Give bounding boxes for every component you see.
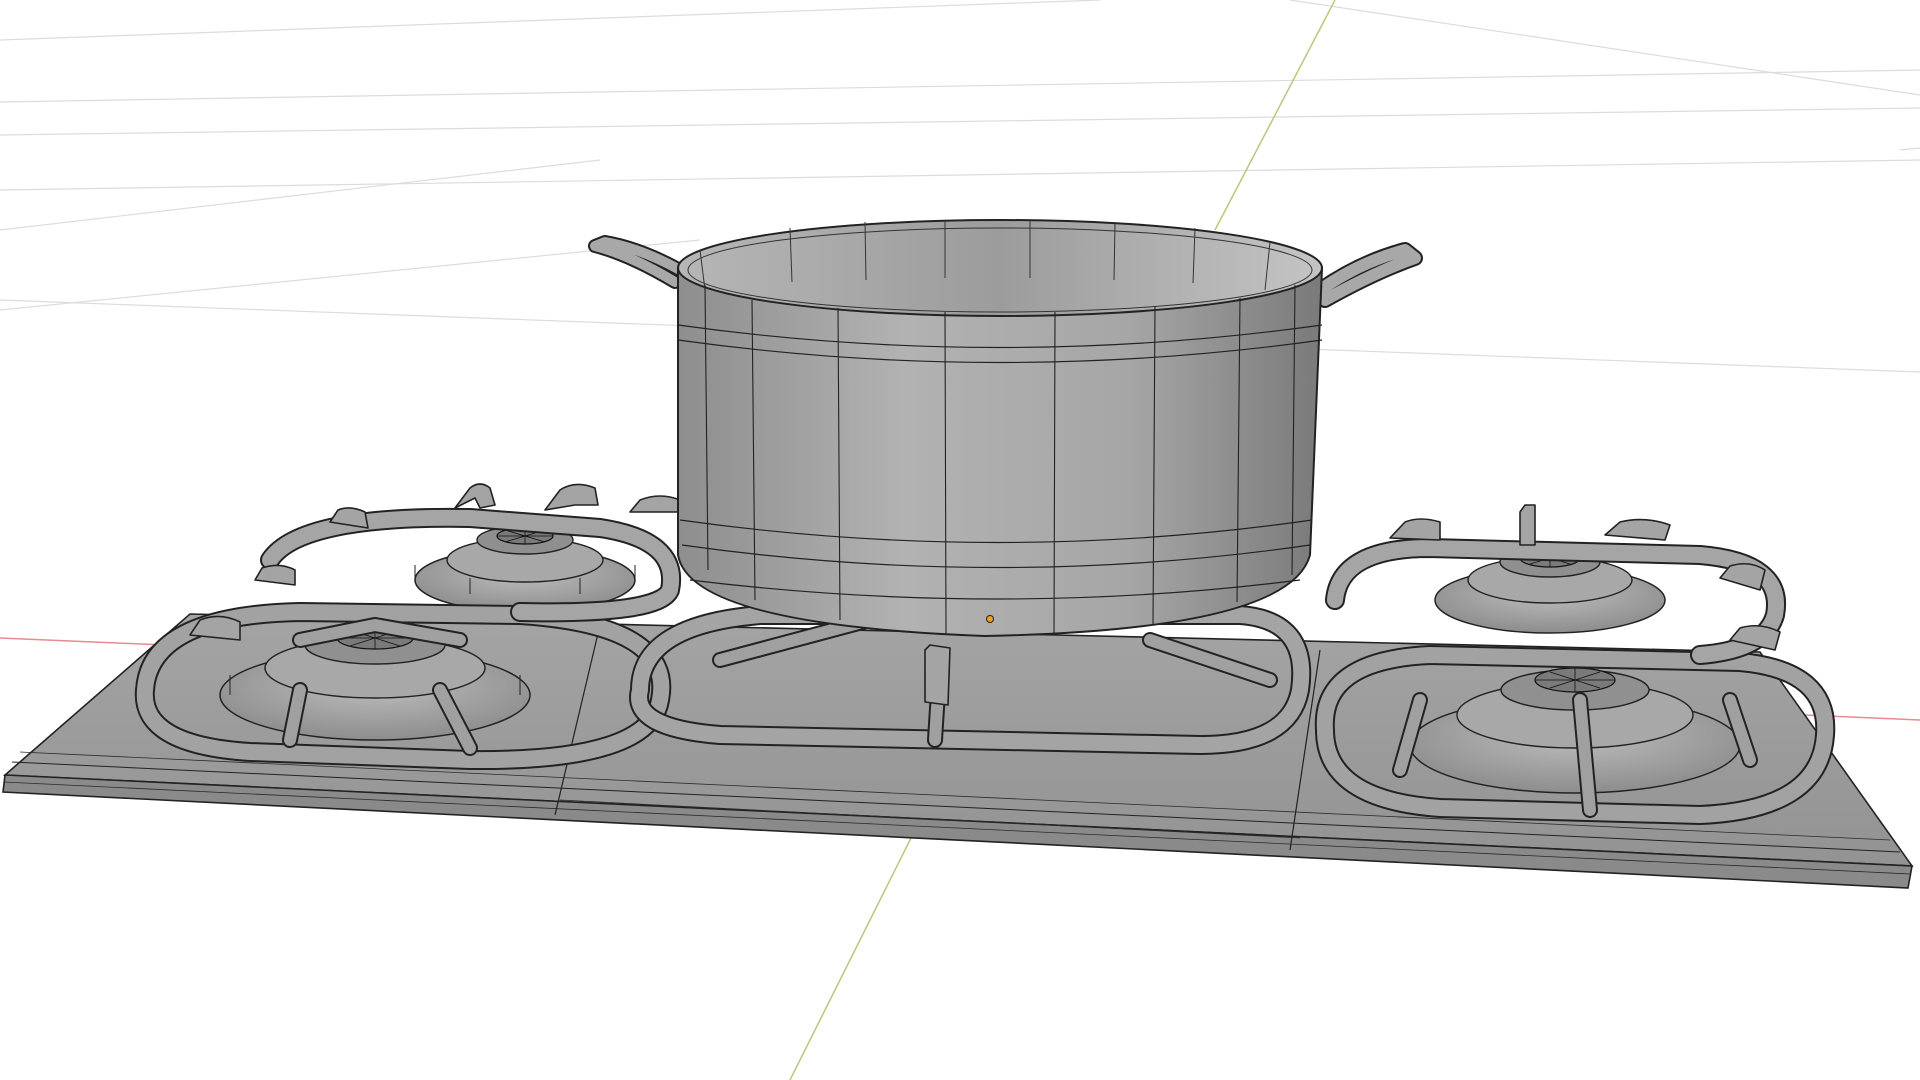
- pot-handle-left[interactable]: [588, 235, 687, 289]
- y-axis-line-near: [789, 819, 921, 1080]
- cooking-pot[interactable]: [588, 219, 1423, 638]
- pot-handle-right[interactable]: [1312, 242, 1423, 308]
- 3d-viewport[interactable]: [0, 0, 1920, 1080]
- object-origin-marker: [986, 615, 994, 623]
- y-axis-line-far: [1214, 0, 1336, 231]
- burner-left-rear[interactable]: [414, 525, 636, 613]
